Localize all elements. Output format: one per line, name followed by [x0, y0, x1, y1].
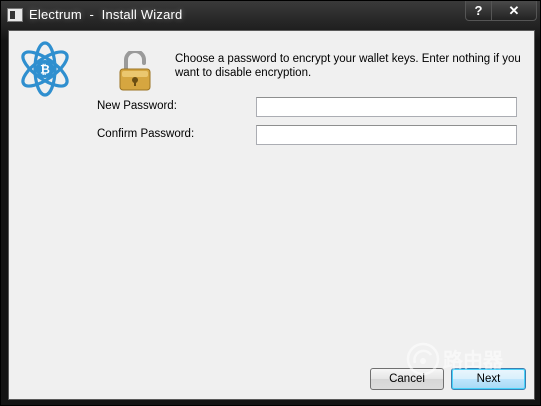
encryption-message: Choose a password to encrypt your wallet…: [175, 53, 521, 79]
new-password-input[interactable]: [256, 97, 517, 117]
new-password-label: New Password:: [97, 100, 177, 112]
confirm-password-input[interactable]: [256, 125, 517, 145]
window-title: Electrum - Install Wizard: [29, 7, 183, 22]
svg-text:路由器: 路由器: [443, 348, 504, 372]
svg-text:₿: ₿: [40, 63, 50, 77]
electrum-logo-icon: ₿: [21, 41, 69, 97]
help-button[interactable]: ?: [465, 1, 492, 21]
window-frame: Electrum - Install Wizard ? ✕ ₿ Choose a…: [0, 0, 541, 406]
router-watermark-logo: 路由器: [406, 342, 504, 376]
close-button[interactable]: ✕: [492, 1, 537, 21]
caption-buttons: ? ✕: [465, 1, 537, 21]
electrum-window-icon[interactable]: [7, 8, 23, 22]
title-bar[interactable]: Electrum - Install Wizard ? ✕: [1, 1, 541, 29]
confirm-password-label: Confirm Password:: [97, 128, 195, 140]
open-padlock-icon: [119, 51, 151, 91]
